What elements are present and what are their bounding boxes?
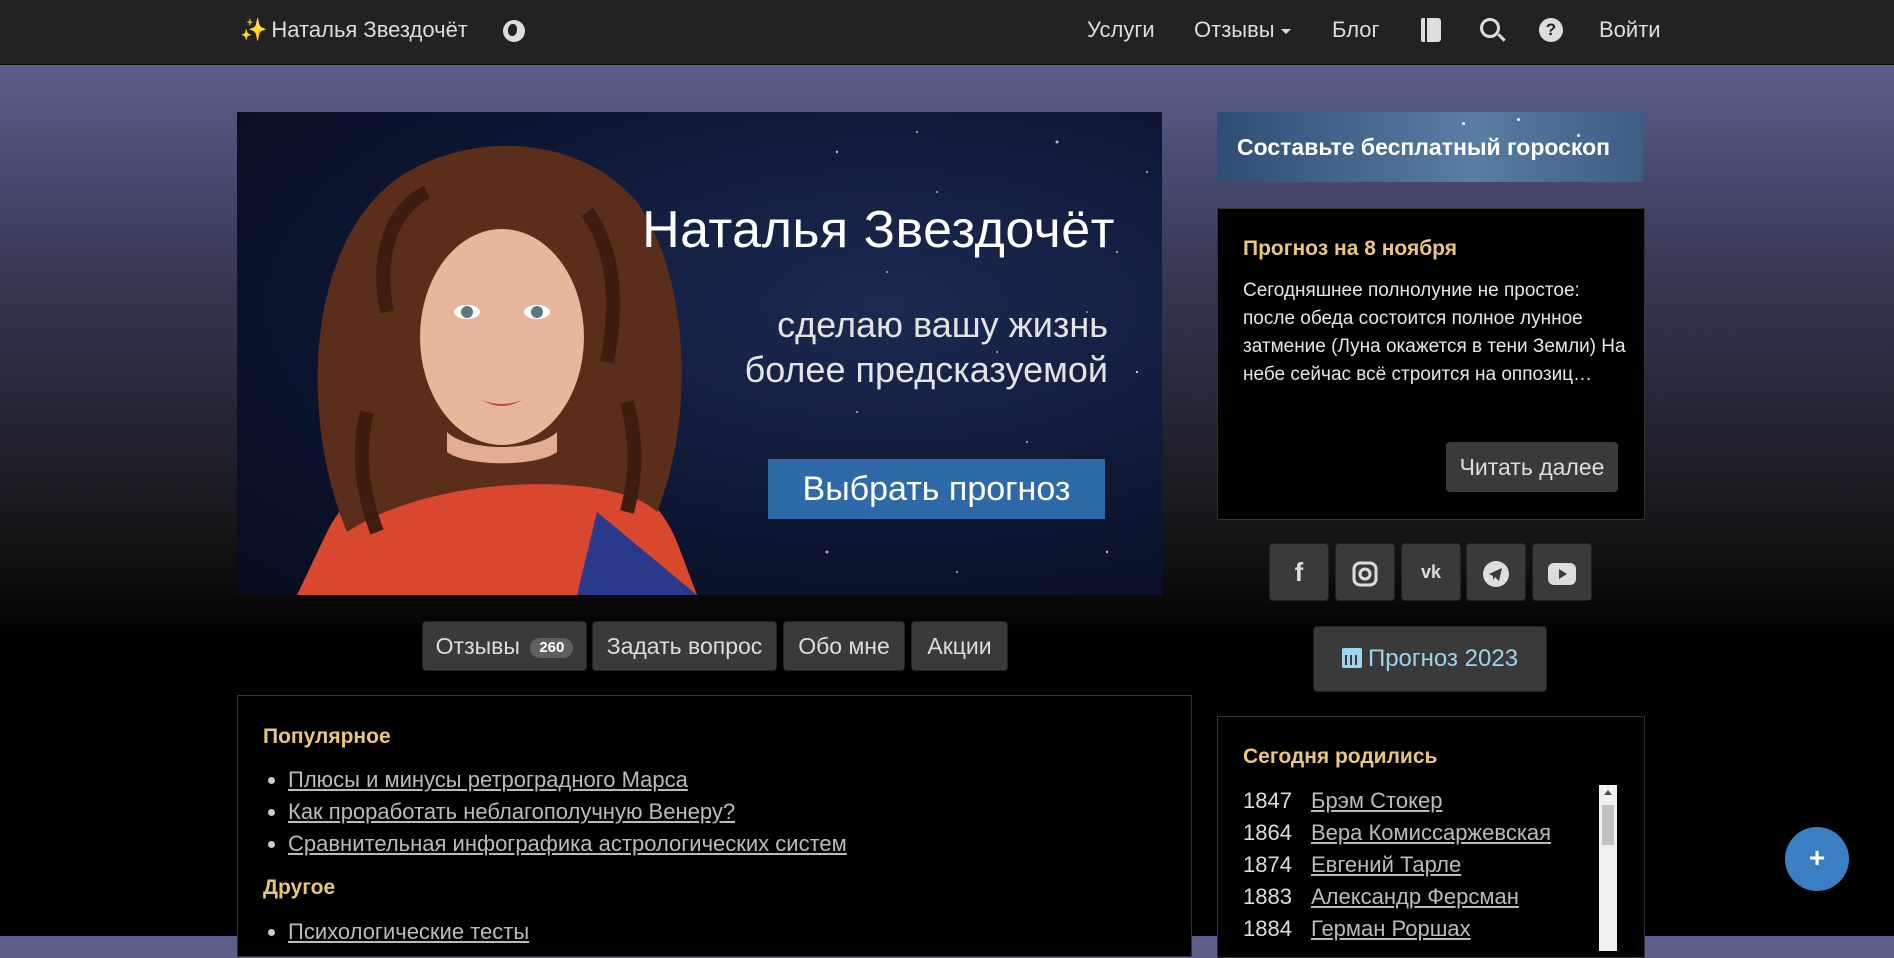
birth-person-link[interactable]: Александр Ферсман — [1311, 881, 1519, 913]
instagram-icon[interactable] — [1335, 543, 1395, 601]
birth-person-link[interactable]: Вера Комиссаржевская — [1311, 817, 1551, 849]
telegram-icon[interactable] — [1466, 543, 1526, 601]
search-icon[interactable] — [1480, 18, 1500, 38]
nav-reviews-dropdown[interactable]: Отзывы — [1194, 17, 1291, 43]
forecast-heading: Прогноз на 8 ноября — [1243, 237, 1457, 260]
reviews-button[interactable]: Отзывы 260 — [422, 621, 587, 671]
hero-banner[interactable]: Наталья Звездочёт сделаю вашу жизнь боле… — [237, 112, 1162, 595]
list-item: Как проработать неблагополучную Венеру? — [288, 796, 847, 828]
youtube-icon[interactable] — [1532, 543, 1592, 601]
popular-heading: Популярное — [263, 725, 391, 748]
nav-services[interactable]: Услуги — [1087, 17, 1155, 43]
popular-link[interactable]: Как проработать неблагополучную Венеру? — [288, 799, 735, 824]
born-today-panel: Сегодня родились 1847 Брэм Стокер 1864 Вер… — [1217, 716, 1645, 958]
banner-subtitle-line2: более предсказуемой — [744, 349, 1108, 390]
other-list: Психологические тесты — [238, 916, 529, 948]
birth-person-link[interactable]: Герман Роршах — [1311, 913, 1471, 945]
brand-label: Наталья Звездочёт — [271, 17, 468, 42]
list-item: 1884 Герман Роршах — [1243, 913, 1593, 945]
list-item: 1864 Вера Комиссаржевская — [1243, 817, 1593, 849]
scroll-up-icon[interactable] — [1604, 790, 1612, 795]
birth-year: 1864 — [1243, 820, 1292, 845]
vk-icon[interactable]: vk — [1401, 543, 1461, 601]
portrait-image — [297, 145, 697, 595]
list-item: 1847 Брэм Стокер — [1243, 785, 1593, 817]
ask-question-button[interactable]: Задать вопрос — [592, 621, 777, 671]
birth-person-link[interactable]: Евгений Тарле — [1311, 849, 1461, 881]
chevron-down-icon — [1280, 28, 1291, 34]
free-horoscope-label: Составьте бесплатный гороскоп — [1237, 134, 1611, 160]
born-today-heading: Сегодня родились — [1243, 745, 1438, 768]
daily-forecast-panel: Прогноз на 8 ноября Сегодняшнее полнолун… — [1217, 208, 1645, 520]
popular-list: Плюсы и минусы ретроградного Марса Как п… — [238, 764, 847, 860]
birth-year: 1874 — [1243, 852, 1292, 877]
about-me-button[interactable]: Обо мне — [783, 621, 905, 671]
banner-subtitle: сделаю вашу жизнь более предсказуемой — [745, 302, 1108, 392]
other-link[interactable]: Психологические тесты — [288, 919, 529, 944]
popular-link[interactable]: Сравнительная инфографика астрологически… — [288, 831, 847, 856]
banner-title: Наталья Звездочёт — [642, 201, 1115, 259]
list-item: 1874 Евгений Тарле — [1243, 849, 1593, 881]
list-item: Сравнительная инфографика астрологически… — [288, 828, 847, 860]
login-link[interactable]: Войти — [1599, 17, 1661, 43]
popular-panel: Популярное Плюсы и минусы ретроградного … — [237, 695, 1192, 957]
promotions-button[interactable]: Акции — [911, 621, 1008, 671]
star-dot — [1577, 134, 1580, 137]
calendar-icon — [1341, 648, 1362, 668]
banner-subtitle-line1: сделаю вашу жизнь — [777, 304, 1108, 345]
help-icon[interactable]: ? — [1539, 18, 1563, 42]
births-scrollbar[interactable] — [1599, 785, 1617, 951]
star-dot — [1462, 122, 1465, 125]
reviews-label: Отзывы — [435, 633, 520, 659]
free-horoscope-button[interactable]: Составьте бесплатный гороскоп — [1217, 112, 1643, 182]
births-list: 1847 Брэм Стокер 1864 Вера Комиссаржевская… — [1243, 785, 1593, 945]
nav-blog[interactable]: Блог — [1332, 17, 1380, 43]
nav-reviews-label: Отзывы — [1194, 17, 1275, 42]
list-item: 1883 Александр Ферсман — [1243, 881, 1593, 913]
birth-year: 1883 — [1243, 884, 1292, 909]
birth-person-link[interactable]: Брэм Стокер — [1311, 785, 1442, 817]
choose-forecast-button[interactable]: Выбрать прогноз — [768, 459, 1105, 519]
globe-icon[interactable] — [503, 20, 525, 42]
list-item: Плюсы и минусы ретроградного Марса — [288, 764, 847, 796]
scrollbar-thumb[interactable] — [1602, 805, 1614, 845]
floating-add-button[interactable]: + — [1785, 827, 1849, 891]
facebook-icon[interactable]: f — [1269, 543, 1329, 601]
forecast-text: Сегодняшнее полнолуние не простое: после… — [1243, 280, 1626, 385]
top-navbar: ✨ Наталья Звездочёт Услуги Отзывы Блог ? … — [0, 0, 1894, 65]
popular-link[interactable]: Плюсы и минусы ретроградного Марса — [288, 767, 688, 792]
list-item: Психологические тесты — [288, 916, 529, 948]
book-icon[interactable] — [1421, 18, 1441, 42]
reviews-count-badge: 260 — [530, 637, 574, 658]
forecast-2023-label: Прогноз 2023 — [1367, 645, 1519, 672]
star-dot — [1517, 118, 1520, 121]
sparkles-icon: ✨ — [240, 17, 268, 42]
brand-link[interactable]: ✨ Наталья Звездочёт — [240, 17, 468, 43]
birth-year: 1847 — [1243, 788, 1292, 813]
read-more-button[interactable]: Читать далее — [1446, 442, 1618, 492]
birth-year: 1884 — [1243, 916, 1292, 941]
other-heading: Другое — [263, 876, 336, 899]
forecast-2023-button[interactable]: Прогноз 2023 — [1313, 626, 1547, 692]
